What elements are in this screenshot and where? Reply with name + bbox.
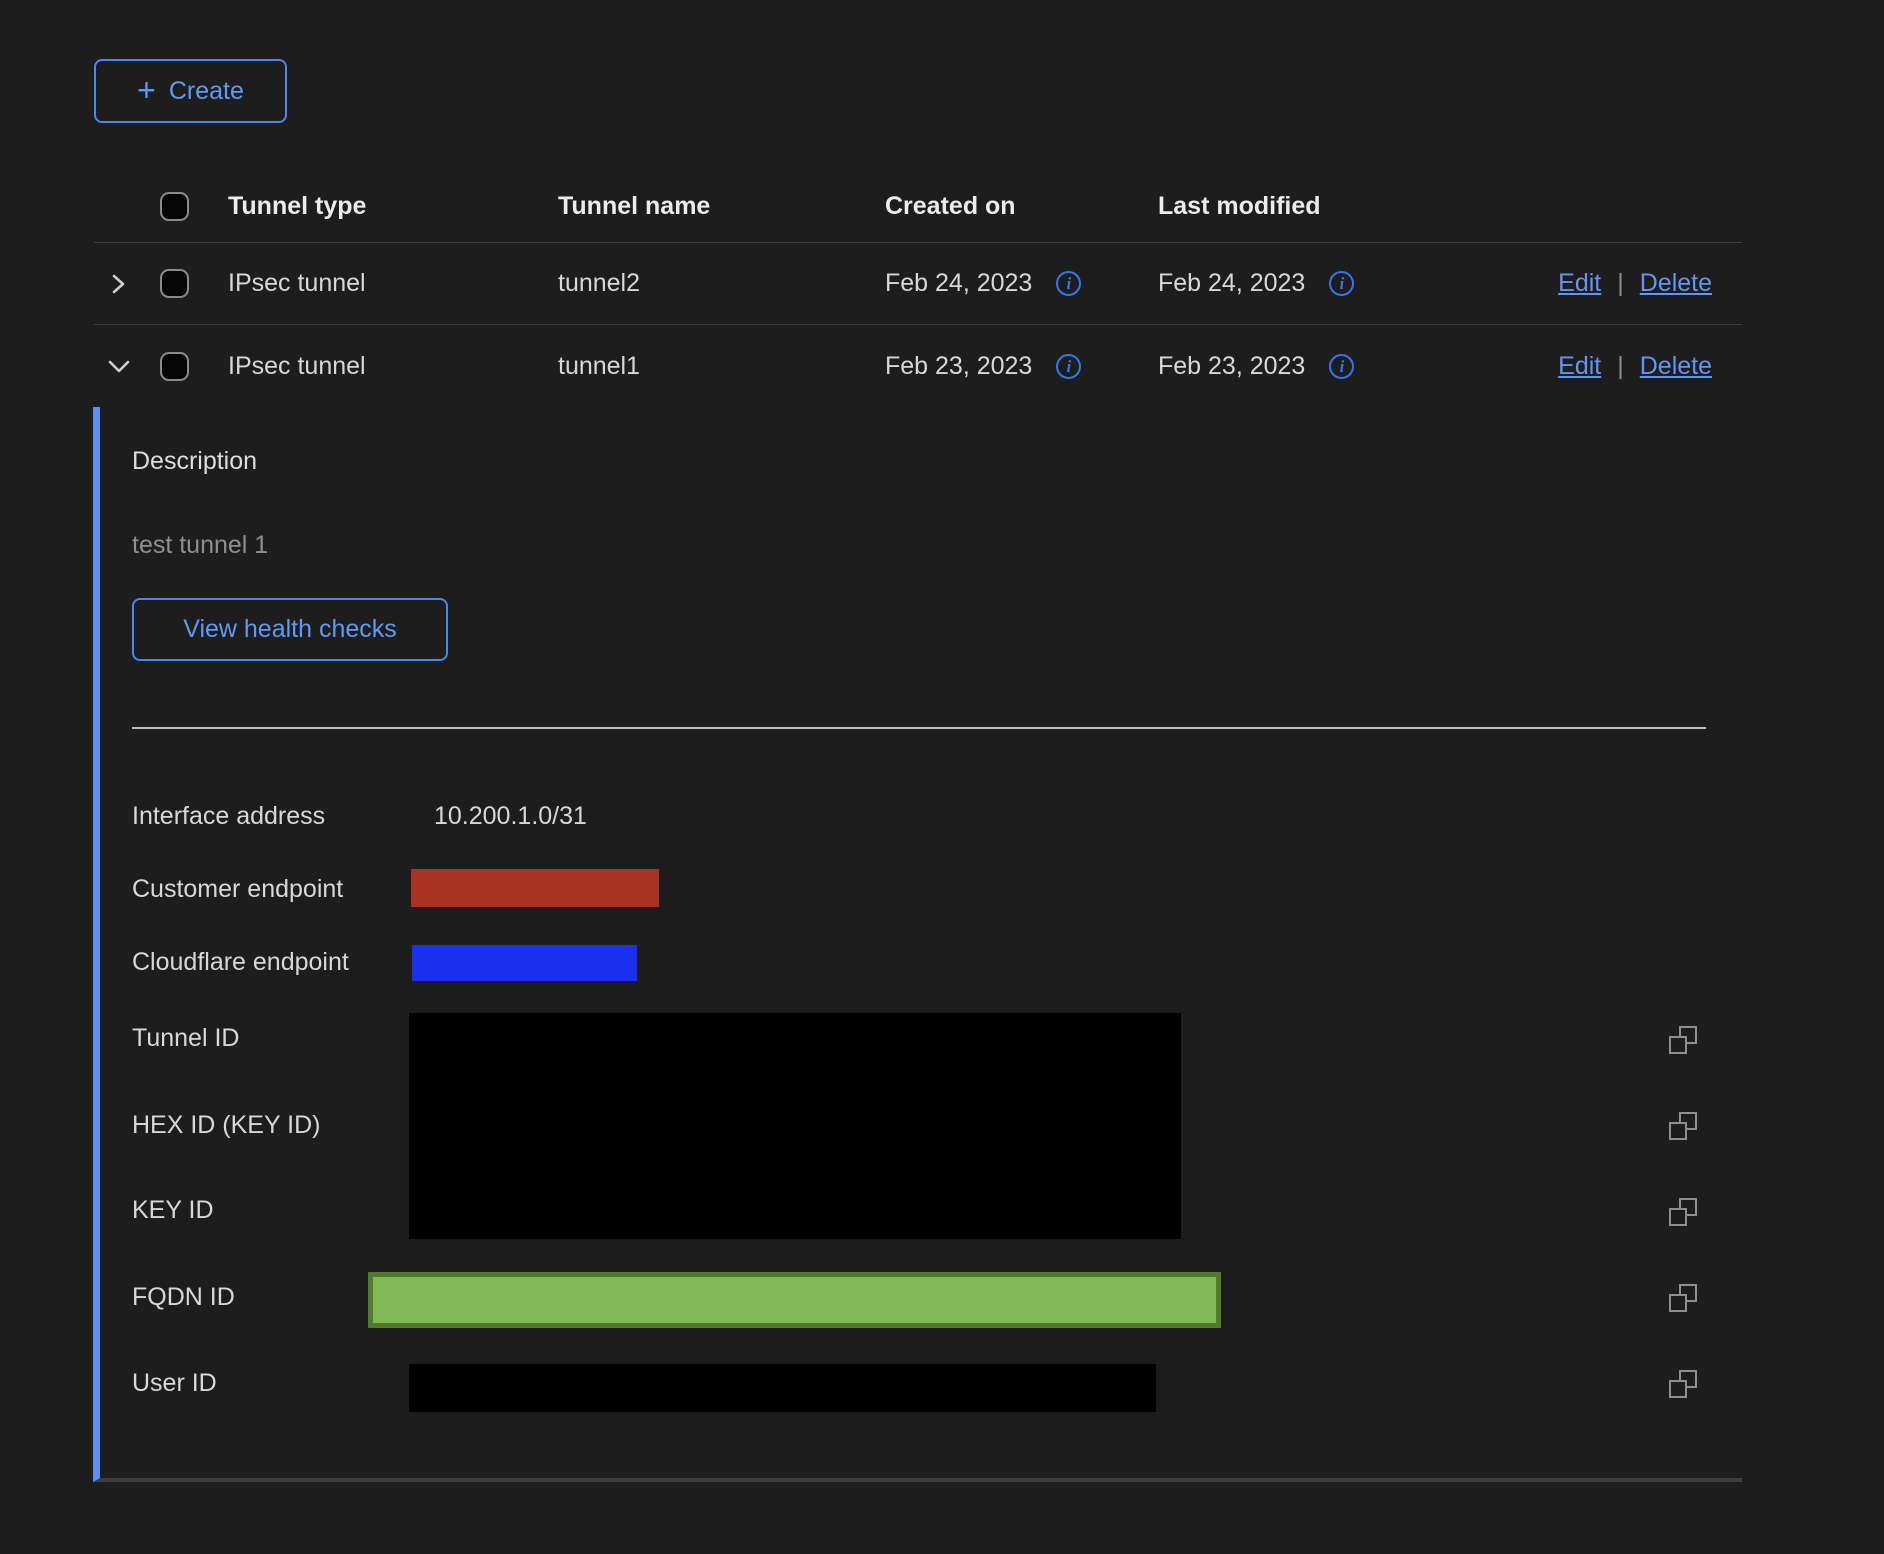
created-on-cell: Feb 24, 2023 <box>885 269 1032 298</box>
expanded-tunnel-details: Description test tunnel 1 View health ch… <box>93 407 1742 1482</box>
column-header-tunnel-type: Tunnel type <box>228 192 558 221</box>
table-header-row: Tunnel type Tunnel name Created on Last … <box>94 170 1742 243</box>
tunnels-page: + Create Tunnel type Tunnel name Created… <box>0 0 1884 1554</box>
interface-address-value: 10.200.1.0/31 <box>434 803 587 829</box>
cloudflare-endpoint-label: Cloudflare endpoint <box>132 949 349 975</box>
column-header-created-on: Created on <box>885 192 1158 221</box>
row-checkbox-tunnel1[interactable] <box>160 352 189 381</box>
chevron-right-icon[interactable] <box>106 272 130 296</box>
table-row-tunnel1: IPsec tunnel tunnel1 Feb 23, 2023 i Feb … <box>94 325 1742 407</box>
plus-icon: + <box>137 74 156 106</box>
tunnel-type-cell: IPsec tunnel <box>228 269 558 298</box>
tunnel-name-cell: tunnel2 <box>558 269 885 298</box>
description-label: Description <box>132 447 257 476</box>
copy-icon-user-id[interactable] <box>1668 1369 1698 1399</box>
tunnels-table: Tunnel type Tunnel name Created on Last … <box>94 170 1742 407</box>
delete-link-tunnel2[interactable]: Delete <box>1640 269 1712 298</box>
customer-endpoint-redacted-value <box>411 869 659 907</box>
edit-link-tunnel1[interactable]: Edit <box>1558 352 1601 381</box>
table-row-tunnel2: IPsec tunnel tunnel2 Feb 24, 2023 i Feb … <box>94 243 1742 325</box>
description-value: test tunnel 1 <box>132 531 268 560</box>
view-health-checks-button[interactable]: View health checks <box>132 598 448 661</box>
tunnel-type-cell: IPsec tunnel <box>228 352 558 381</box>
tunnel-name-cell: tunnel1 <box>558 352 885 381</box>
select-all-checkbox[interactable] <box>160 192 189 221</box>
delete-link-tunnel1[interactable]: Delete <box>1640 352 1712 381</box>
info-icon[interactable]: i <box>1056 354 1081 379</box>
user-id-label: User ID <box>132 1370 217 1396</box>
column-header-tunnel-name: Tunnel name <box>558 192 885 221</box>
last-modified-cell: Feb 24, 2023 <box>1158 269 1305 298</box>
fqdn-id-label: FQDN ID <box>132 1284 235 1310</box>
copy-icon-key-id[interactable] <box>1668 1197 1698 1227</box>
cloudflare-endpoint-redacted-value <box>412 945 637 981</box>
user-id-redacted-value <box>409 1364 1156 1412</box>
hex-id-label: HEX ID (KEY ID) <box>132 1112 320 1138</box>
tunnel-id-label: Tunnel ID <box>132 1025 239 1051</box>
copy-icon-tunnel-id[interactable] <box>1668 1025 1698 1055</box>
edit-link-tunnel2[interactable]: Edit <box>1558 269 1601 298</box>
last-modified-cell: Feb 23, 2023 <box>1158 352 1305 381</box>
actions-separator: | <box>1617 269 1624 298</box>
created-on-cell: Feb 23, 2023 <box>885 352 1032 381</box>
info-icon[interactable]: i <box>1056 271 1081 296</box>
chevron-down-icon[interactable] <box>106 354 132 378</box>
fqdn-id-redacted-value <box>368 1272 1221 1328</box>
customer-endpoint-label: Customer endpoint <box>132 876 343 902</box>
info-icon[interactable]: i <box>1329 271 1354 296</box>
row-checkbox-tunnel2[interactable] <box>160 269 189 298</box>
interface-address-label: Interface address <box>132 803 325 829</box>
copy-icon-hex-id[interactable] <box>1668 1111 1698 1141</box>
column-header-last-modified: Last modified <box>1158 192 1440 221</box>
create-button-label: Create <box>169 77 244 106</box>
actions-separator: | <box>1617 352 1624 381</box>
ids-redacted-values <box>409 1013 1181 1239</box>
copy-icon-fqdn-id[interactable] <box>1668 1283 1698 1313</box>
info-icon[interactable]: i <box>1329 354 1354 379</box>
section-divider <box>132 727 1706 729</box>
create-button[interactable]: + Create <box>94 59 287 123</box>
key-id-label: KEY ID <box>132 1197 214 1223</box>
